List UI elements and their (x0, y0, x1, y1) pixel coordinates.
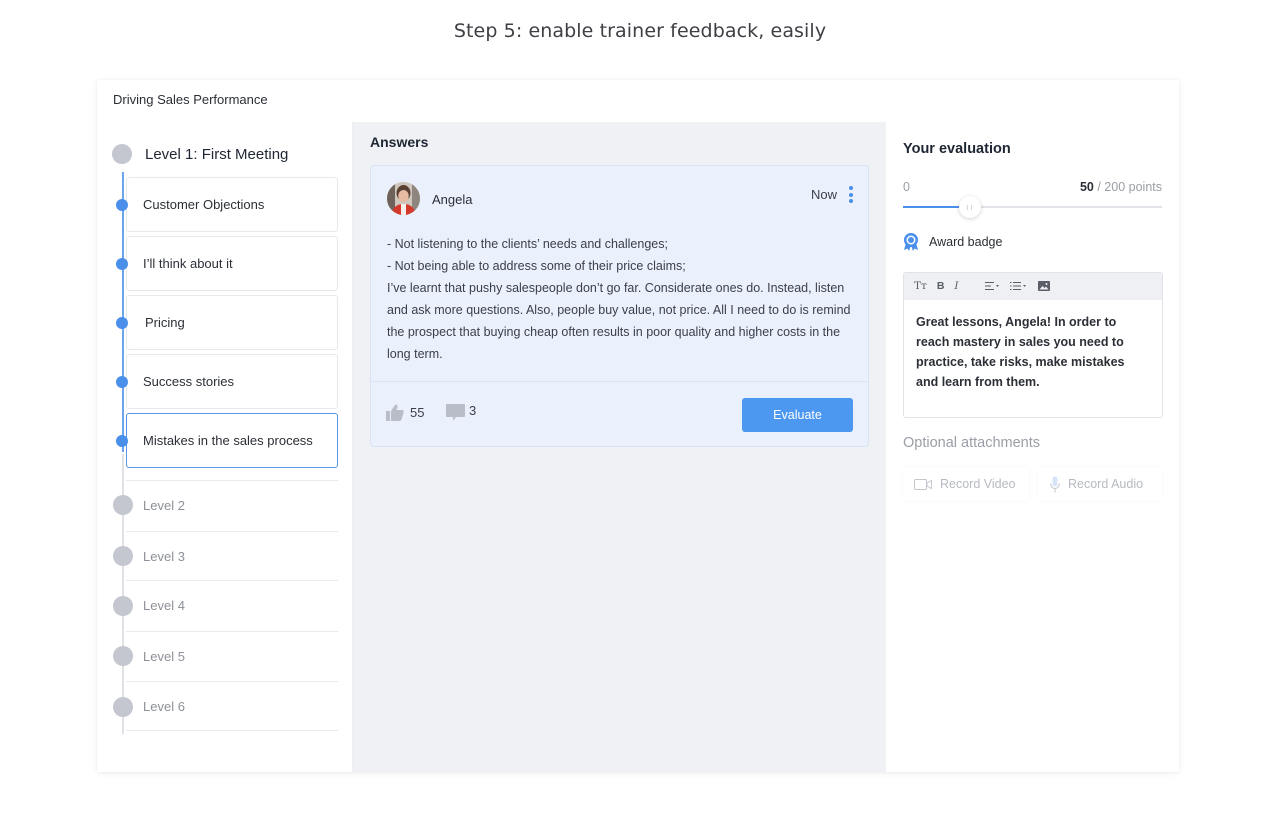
lesson-label: Pricing (145, 315, 185, 330)
level-label: Level 2 (143, 498, 185, 513)
level-dot-icon (113, 646, 133, 666)
more-options-icon[interactable] (848, 186, 854, 203)
record-video-label: Record Video (940, 477, 1016, 491)
editor-toolbar: Tт B I (904, 273, 1162, 300)
answers-pane: Answers Angela Now - Not listening to th… (353, 122, 886, 772)
lesson-label: Customer Objections (143, 197, 265, 212)
level-1-title: Level 1: First Meeting (145, 145, 289, 163)
microphone-icon (1050, 476, 1060, 492)
course-title: Driving Sales Performance (97, 80, 1179, 122)
slider-value-label: 50 / 200 points (1080, 180, 1162, 194)
app-window: Driving Sales Performance Level 1: First… (97, 80, 1179, 772)
lesson-dot-icon (116, 435, 128, 447)
sidebar-level-2[interactable]: Level 2 (126, 480, 338, 530)
evaluation-pane: Your evaluation 0 50 / 200 points Award … (886, 122, 1179, 772)
evaluation-title: Your evaluation (903, 141, 1011, 157)
lesson-label: Mistakes in the sales process (143, 433, 313, 448)
level-label: Level 6 (143, 699, 185, 714)
answer-card: Angela Now - Not listening to the client… (370, 165, 869, 447)
comment-icon (446, 404, 465, 421)
comments-count: 3 (469, 402, 477, 418)
video-camera-icon (914, 478, 932, 490)
italic-icon[interactable]: I (954, 280, 958, 292)
slider-min-label: 0 (903, 180, 910, 194)
image-icon[interactable] (1037, 281, 1050, 291)
step-title: Step 5: enable trainer feedback, easily (453, 20, 827, 42)
answers-title: Answers (370, 134, 429, 150)
level-dot-icon (113, 495, 133, 515)
sidebar-level-6[interactable]: Level 6 (126, 681, 338, 731)
card-footer: 55 3 Evaluate (371, 382, 868, 448)
text-size-icon[interactable]: Tт (914, 280, 927, 292)
level-label: Level 4 (143, 598, 185, 613)
slider-value: 50 (1079, 180, 1094, 194)
record-audio-button[interactable]: Record Audio (1038, 467, 1162, 501)
sidebar-level-5[interactable]: Level 5 (126, 631, 338, 681)
evaluate-button[interactable]: Evaluate (742, 398, 853, 432)
align-dropdown-icon[interactable] (984, 281, 1000, 291)
sidebar-lesson-ill-think-about-it[interactable]: I’ll think about it (126, 236, 338, 291)
answer-paragraph: I’ve learnt that pushy salespeople don’t… (387, 281, 851, 361)
award-badge-icon (904, 233, 918, 251)
sidebar-level-4[interactable]: Level 4 (126, 580, 338, 630)
slider-thumb[interactable] (958, 196, 981, 218)
lesson-dot-icon (116, 258, 128, 270)
like-button[interactable]: 55 (386, 404, 424, 421)
level-dot-icon (112, 144, 132, 164)
award-badge-label: Award badge (929, 235, 1003, 249)
sidebar-lesson-success-stories[interactable]: Success stories (126, 354, 338, 409)
lesson-label: Success stories (143, 374, 235, 389)
sidebar-level-1[interactable]: Level 1: First Meeting (112, 144, 288, 164)
answer-time: Now (810, 187, 837, 202)
answer-line: - Not listening to the clients’ needs an… (387, 237, 668, 251)
feedback-editor[interactable]: Tт B I Great lessons, Angela! In order t… (903, 272, 1163, 418)
level-label: Level 5 (143, 649, 185, 664)
points-slider[interactable] (903, 196, 1162, 218)
sidebar-lesson-pricing[interactable]: Pricing (126, 295, 338, 350)
comments-button[interactable]: 3 (446, 402, 477, 422)
record-audio-label: Record Audio (1068, 477, 1144, 491)
attachments-title: Optional attachments (903, 435, 1041, 451)
lesson-dot-icon (116, 376, 128, 388)
likes-count: 55 (410, 405, 425, 420)
slider-max-label: / 200 points (1093, 180, 1162, 194)
author-name: Angela (432, 192, 473, 207)
feedback-text[interactable]: Great lessons, Angela! In order to reach… (904, 300, 1162, 404)
sidebar-lesson-customer-objections[interactable]: Customer Objections (126, 177, 338, 232)
sidebar-lesson-mistakes-selected[interactable]: Mistakes in the sales process (126, 413, 338, 468)
answer-line: - Not being able to address some of thei… (387, 259, 686, 273)
level-dot-icon (113, 697, 133, 717)
level-dot-icon (113, 596, 133, 616)
list-dropdown-icon[interactable] (1009, 281, 1028, 291)
lesson-dot-icon (116, 199, 128, 211)
lesson-label: I’ll think about it (143, 256, 233, 271)
level-dot-icon (113, 546, 133, 566)
sidebar: Level 1: First Meeting Customer Objectio… (97, 122, 353, 772)
timeline-line-active (122, 172, 124, 452)
level-label: Level 3 (143, 549, 185, 564)
lesson-dot-icon (116, 317, 128, 329)
answer-body: - Not listening to the clients’ needs an… (387, 233, 857, 365)
award-badge-button[interactable]: Award badge (903, 233, 1002, 251)
avatar[interactable] (387, 182, 420, 215)
record-video-button[interactable]: Record Video (903, 467, 1029, 501)
sidebar-level-3[interactable]: Level 3 (126, 531, 338, 581)
thumbs-up-icon (386, 404, 404, 421)
bold-icon[interactable]: B (937, 280, 945, 292)
